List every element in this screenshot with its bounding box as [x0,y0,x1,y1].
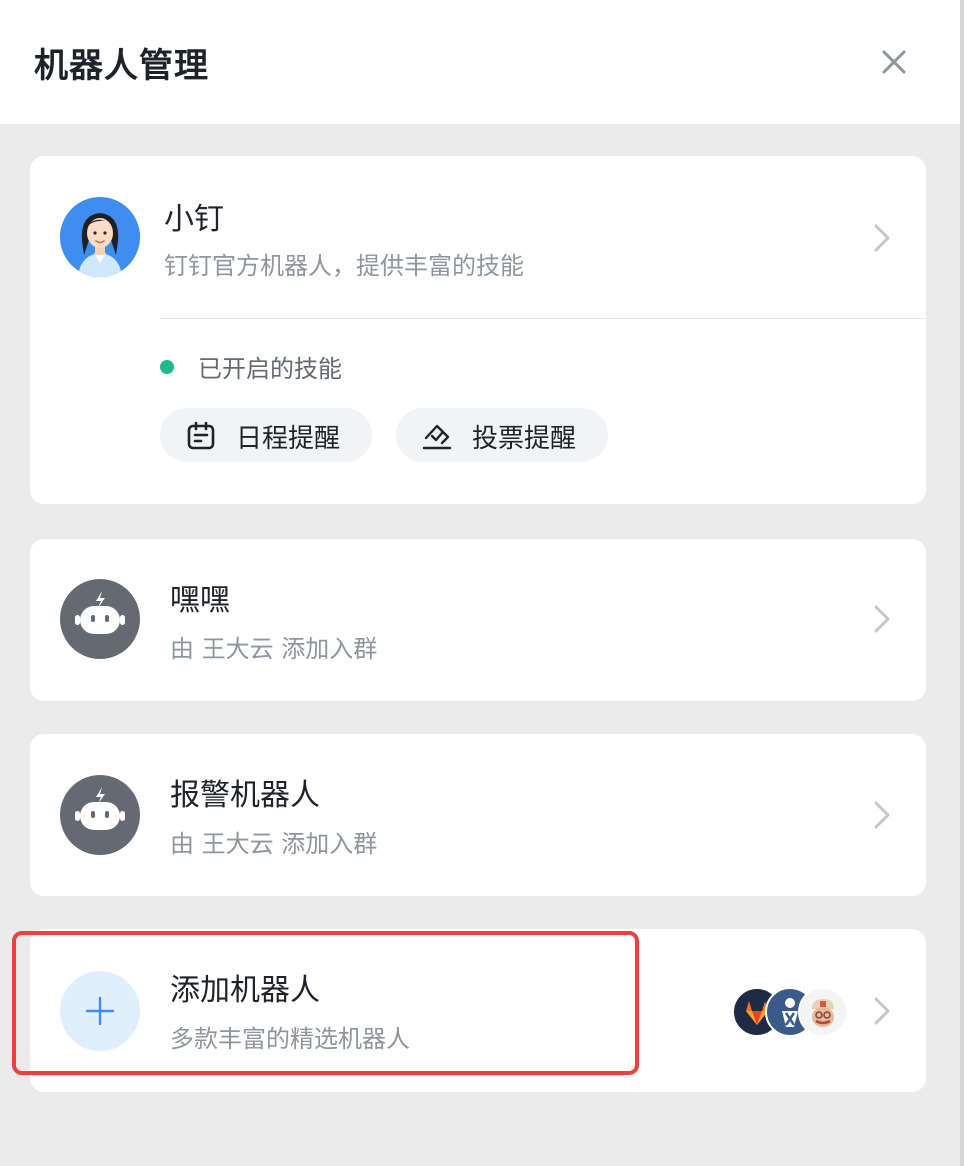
skill-chip-vote-reminder[interactable]: 投票提醒 [396,408,608,462]
bot-row-xiaoding[interactable]: 小钉 钉钉官方机器人，提供丰富的技能 [30,156,926,318]
xiaoding-name: 小钉 [164,202,224,237]
divider [160,318,926,319]
travis-icon [798,987,848,1037]
enabled-skills-label: 已开启的技能 [198,355,342,383]
bot-name: 报警机器人 [170,778,320,813]
robot-icon [60,775,140,855]
bot-card-heihei[interactable]: 嘿嘿 由 王大云 添加入群 [30,539,926,701]
skill-label: 日程提醒 [236,424,341,454]
xiaoding-description: 钉钉官方机器人，提供丰富的技能 [164,252,524,280]
bot-name: 嘿嘿 [170,583,230,618]
header: 机器人管理 [0,0,960,124]
calendar-icon [187,421,215,450]
chevron-right-icon [874,605,890,633]
chevron-right-icon [874,801,890,829]
status-dot [160,360,174,374]
chevron-right-icon [874,997,890,1025]
bot-card-alarm[interactable]: 报警机器人 由 王大云 添加入群 [30,734,926,896]
bot-added-by: 由 王大云 添加入群 [170,635,378,663]
close-button[interactable] [872,40,916,84]
scrollbar-track [960,0,964,1166]
add-robot-card[interactable]: 添加机器人 多款丰富的精选机器人 [30,929,926,1092]
add-robot-avatar [60,971,140,1051]
page-title: 机器人管理 [34,46,209,86]
xiaoding-avatar [60,197,140,277]
add-robot-title: 添加机器人 [170,973,320,1008]
skill-chip-schedule-reminder[interactable]: 日程提醒 [160,408,372,462]
vote-icon [422,424,452,450]
bot-added-by: 由 王大云 添加入群 [170,830,378,858]
chevron-right-icon [874,224,890,252]
robot-icon [60,579,140,659]
skill-label: 投票提醒 [472,424,577,454]
add-robot-subtitle: 多款丰富的精选机器人 [170,1025,410,1053]
bot-card-xiaoding: 小钉 钉钉官方机器人，提供丰富的技能 已开启的技能 日程提醒 投票提醒 [30,156,926,504]
plus-icon [85,996,115,1026]
close-icon[interactable] [872,40,916,84]
integration-avatars [732,987,848,1037]
